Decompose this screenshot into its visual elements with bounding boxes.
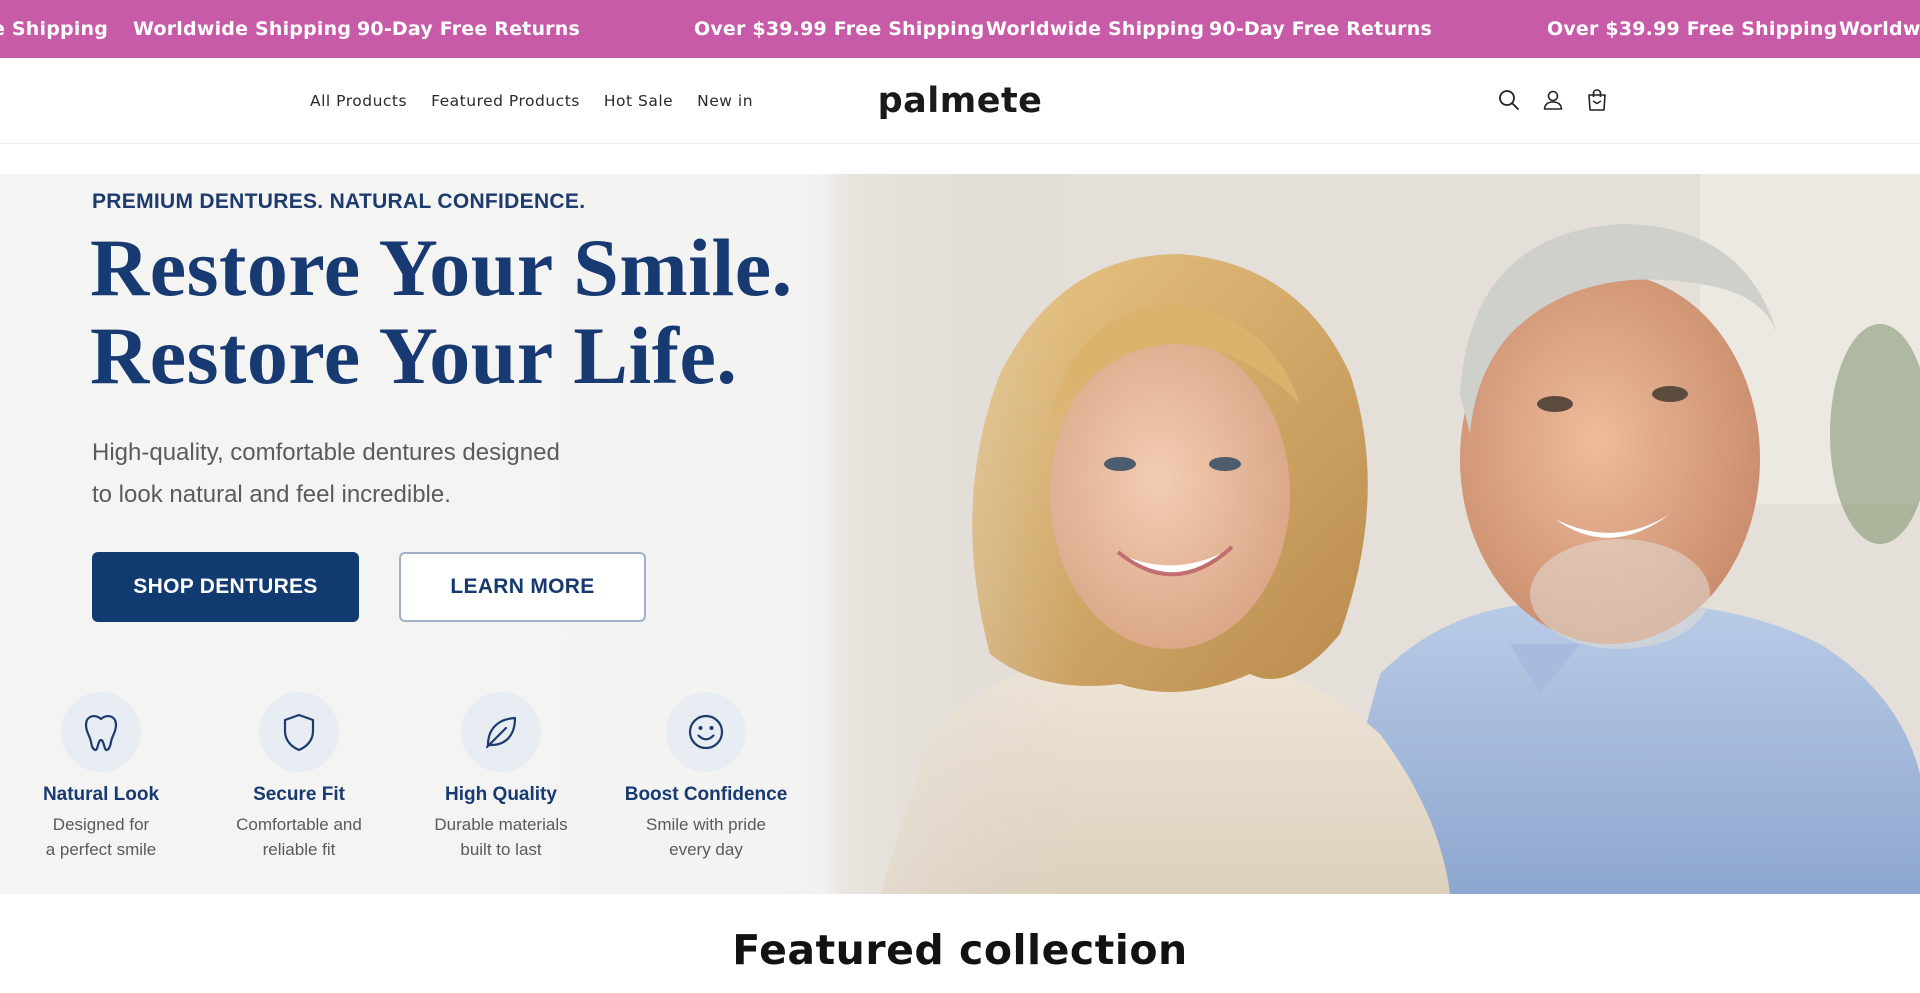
account-icon[interactable] [1540, 87, 1566, 113]
feature-text-line: a perfect smile [45, 840, 157, 859]
hero-headline-line: Restore Your Smile. [90, 222, 793, 313]
feature-title: Natural Look [42, 784, 160, 805]
search-icon[interactable] [1496, 87, 1522, 113]
site-header: palmete All Products Featured Products H… [0, 58, 1920, 144]
nav-hot-sale[interactable]: Hot Sale [604, 92, 673, 110]
announcement-item: 90-Day Free Returns [1209, 18, 1432, 40]
cart-icon[interactable] [1584, 87, 1610, 113]
feature-boost-confidence: Boost Confidence Smile with pride every … [606, 692, 806, 862]
feature-secure-fit: Secure Fit Comfortable and reliable fit [199, 692, 399, 862]
hero-eyebrow: PREMIUM DENTURES. NATURAL CONFIDENCE. [92, 190, 586, 213]
logo-wrapper: palmete [0, 58, 1920, 144]
feature-natural-look: Natural Look Designed for a perfect smil… [1, 692, 201, 862]
announcement-item: e Shipping [0, 18, 109, 40]
announcement-item: Over $39.99 Free Shipping [1547, 18, 1838, 40]
feature-title: High Quality [445, 784, 557, 805]
feature-text: Comfortable and reliable fit [199, 812, 399, 862]
smile-icon [666, 692, 746, 772]
hero-couple-image [820, 174, 1920, 894]
feature-high-quality: High Quality Durable materials built to … [401, 692, 601, 862]
tooth-icon [61, 692, 141, 772]
learn-more-button[interactable]: LEARN MORE [399, 552, 646, 622]
nav-featured-products[interactable]: Featured Products [431, 92, 580, 110]
feature-text-line: every day [669, 840, 743, 859]
header-icons [1496, 87, 1610, 113]
hero-subtext-line: High-quality, comfortable dentures desig… [92, 439, 560, 466]
announcement-item: Worldwide Shipping [986, 18, 1205, 40]
shield-icon [259, 692, 339, 772]
feature-text-line: reliable fit [262, 840, 336, 859]
feature-text-line: built to last [460, 840, 542, 859]
hero-subtext-line: to look natural and feel incredible. [92, 481, 451, 508]
main-nav: All Products Featured Products Hot Sale … [310, 58, 753, 144]
feature-title: Secure Fit [253, 784, 345, 805]
feature-text: Durable materials built to last [401, 812, 601, 862]
hero-headline: Restore Your Smile. Restore Your Life. [90, 224, 793, 400]
feature-text-line: Smile with pride [646, 815, 766, 834]
feature-text-line: Durable materials [434, 815, 568, 834]
feature-text: Designed for a perfect smile [1, 812, 201, 862]
announcement-item: Worldwid [1839, 18, 1920, 40]
feature-text: Smile with pride every day [606, 812, 806, 862]
featured-collection-title: Featured collection [732, 926, 1188, 974]
hero-banner: PREMIUM DENTURES. NATURAL CONFIDENCE. Re… [0, 174, 1920, 894]
leaf-icon [461, 692, 541, 772]
nav-all-products[interactable]: All Products [310, 92, 407, 110]
feature-text-line: Designed for [52, 815, 150, 834]
site-logo[interactable]: palmete [878, 81, 1043, 121]
announcement-item: Over $39.99 Free Shipping [694, 18, 985, 40]
announcement-bar: e Shipping Worldwide Shipping 90-Day Fre… [0, 0, 1920, 58]
shop-dentures-button[interactable]: SHOP DENTURES [92, 552, 359, 622]
announcement-item: Worldwide Shipping [133, 18, 352, 40]
hero-subtext: High-quality, comfortable dentures desig… [92, 432, 612, 516]
feature-title: Boost Confidence [624, 784, 788, 805]
hero-headline-line: Restore Your Life. [90, 310, 738, 401]
nav-new-in[interactable]: New in [697, 92, 753, 110]
announcement-item: 90-Day Free Returns [357, 18, 580, 40]
feature-text-line: Comfortable and [236, 815, 362, 834]
